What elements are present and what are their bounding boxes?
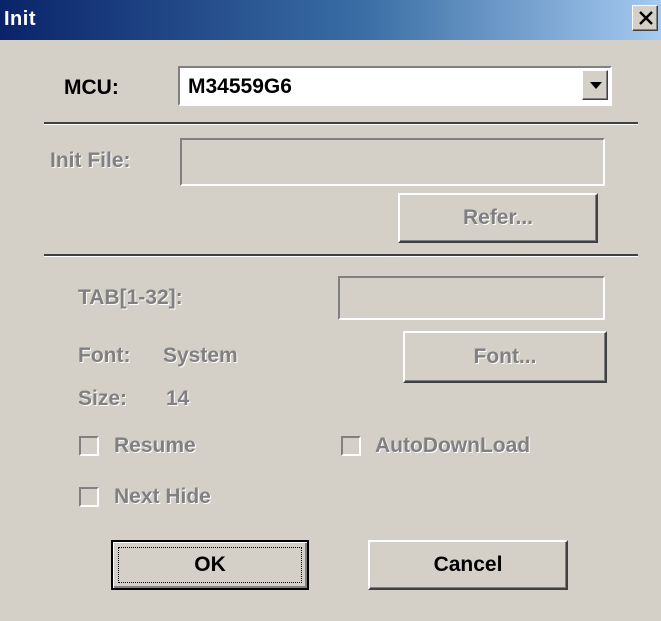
autodownload-label: AutoDownLoad: [375, 434, 531, 457]
window-title: Init: [4, 8, 36, 30]
chevron-down-icon: [590, 82, 602, 89]
font-button[interactable]: Font...: [403, 331, 607, 383]
cancel-button-label: Cancel: [433, 553, 503, 576]
mcu-selected-value: M34559G6: [188, 75, 292, 98]
refer-button[interactable]: Refer...: [398, 193, 598, 243]
refer-button-label: Refer...: [462, 206, 534, 229]
size-label: Size:: [78, 387, 128, 410]
size-value: 14: [166, 387, 190, 410]
title-bar[interactable]: Init: [0, 0, 661, 40]
resume-checkbox[interactable]: [79, 436, 99, 456]
mcu-select[interactable]: M34559G6: [178, 66, 612, 106]
mcu-label: MCU:: [64, 76, 119, 99]
resume-label: Resume: [114, 434, 196, 457]
tab-label: TAB[1-32]:: [78, 286, 183, 309]
tab-field[interactable]: [338, 276, 605, 320]
close-icon: [639, 11, 653, 25]
close-button[interactable]: [632, 5, 658, 31]
init-dialog: Init MCU: M34559G6 Init File: Refer... T…: [0, 0, 661, 621]
ok-button-label: OK: [194, 553, 226, 576]
ok-button[interactable]: OK: [111, 540, 309, 590]
font-value: System: [163, 344, 238, 367]
next-hide-label: Next Hide: [114, 485, 211, 508]
init-file-label: Init File:: [50, 149, 131, 172]
init-file-field[interactable]: [180, 138, 605, 186]
cancel-button[interactable]: Cancel: [368, 540, 568, 590]
autodownload-checkbox[interactable]: [341, 436, 361, 456]
next-hide-checkbox[interactable]: [79, 487, 99, 507]
separator-top: [44, 122, 638, 125]
separator-middle: [44, 254, 638, 257]
font-label: Font:: [78, 344, 131, 367]
mcu-dropdown-button[interactable]: [582, 70, 608, 100]
font-button-label: Font...: [473, 345, 537, 368]
